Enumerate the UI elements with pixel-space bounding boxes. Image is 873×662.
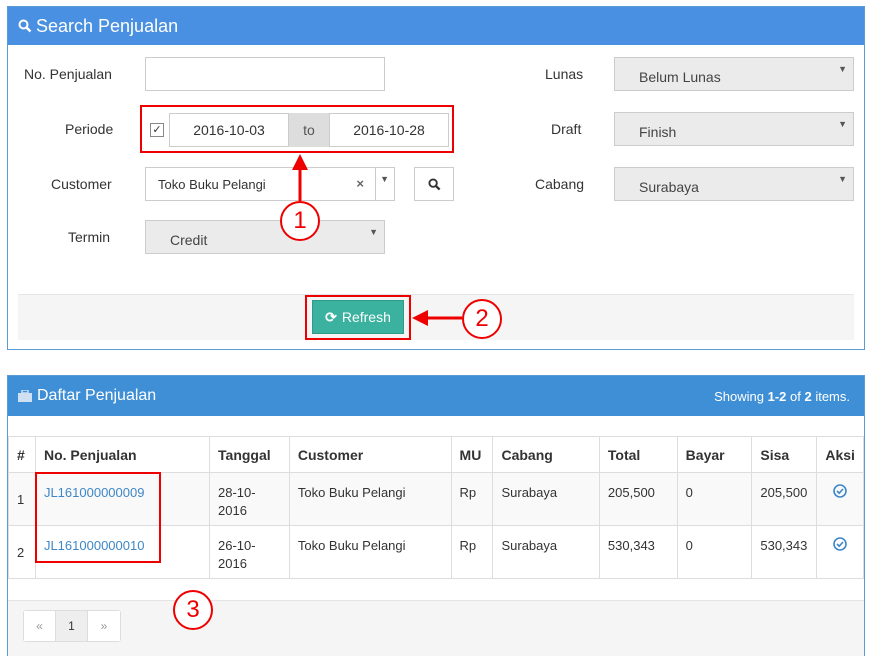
row-bayar: 0 — [676, 525, 753, 579]
check-circle-icon[interactable] — [833, 537, 847, 551]
row-aksi — [816, 525, 864, 579]
list-footer — [8, 600, 864, 656]
col-header: Tanggal — [209, 436, 290, 473]
annotation-circle-3: 3 — [173, 590, 213, 630]
row-customer: Toko Buku Pelangi — [288, 472, 452, 526]
row-cabang: Surabaya — [492, 472, 600, 526]
row-aksi — [816, 472, 864, 526]
col-header: Cabang — [492, 436, 600, 473]
row-total: 530,343 — [598, 525, 678, 579]
briefcase-icon — [18, 390, 32, 402]
pager-next[interactable]: » — [88, 611, 120, 641]
row-number: 2 — [8, 525, 36, 579]
row-sisa: 530,343 — [751, 525, 818, 579]
pager-prev[interactable]: « — [24, 611, 56, 641]
col-header: MU — [450, 436, 494, 473]
table-header-row: # No. Penjualan Tanggal Customer MU Caba… — [8, 436, 864, 473]
row-cabang: Surabaya — [492, 525, 600, 579]
col-header: Aksi — [816, 436, 864, 473]
row-mu: Rp — [450, 472, 494, 526]
col-header: Total — [598, 436, 678, 473]
col-header: Customer — [288, 436, 452, 473]
showing-summary: Showing 1-2 of 2 items. — [714, 388, 850, 404]
col-header: Sisa — [751, 436, 818, 473]
row-bayar: 0 — [676, 472, 753, 526]
row-customer: Toko Buku Pelangi — [288, 525, 452, 579]
col-header: # — [8, 436, 36, 473]
annotation-circle-1: 1 — [280, 201, 320, 241]
row-tanggal: 26-10-2016 — [209, 525, 290, 579]
row-tanggal: 28-10-2016 — [209, 472, 290, 526]
row-mu: Rp — [450, 525, 494, 579]
row-sisa: 205,500 — [751, 472, 818, 526]
annotation-box-links — [35, 472, 161, 563]
col-header: No. Penjualan — [34, 436, 211, 473]
annotation-circle-2: 2 — [462, 299, 502, 339]
row-total: 205,500 — [598, 472, 678, 526]
pager-page-1[interactable]: 1 — [56, 611, 88, 641]
row-number: 1 — [8, 472, 36, 526]
list-panel-title: Daftar Penjualan — [37, 387, 157, 404]
list-panel-header: Daftar Penjualan Showing 1-2 of 2 items. — [8, 376, 864, 416]
check-circle-icon[interactable] — [833, 484, 847, 498]
col-header: Bayar — [676, 436, 753, 473]
pagination: « 1 » — [23, 610, 121, 642]
